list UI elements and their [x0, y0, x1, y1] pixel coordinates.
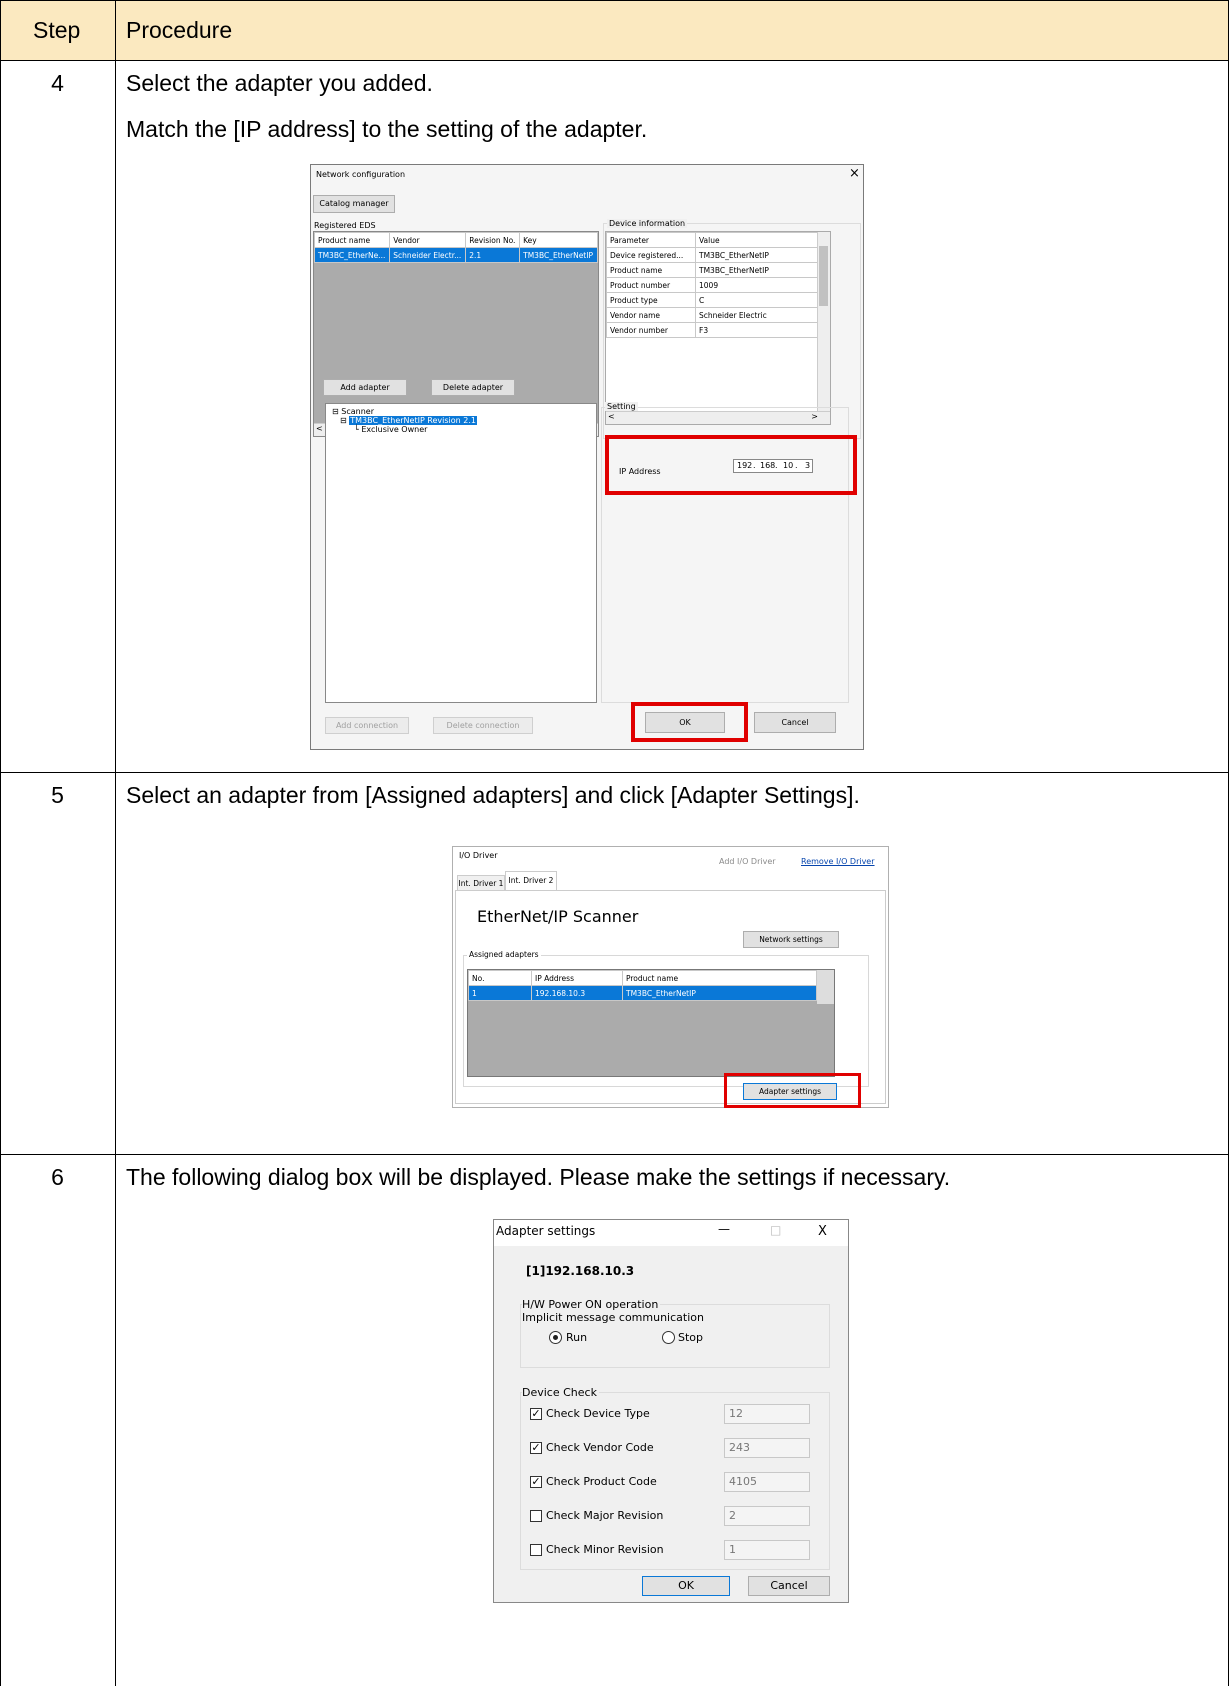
procedure-text: Select the adapter you added.: [126, 70, 433, 96]
dialog-title: Network configuration: [316, 170, 406, 179]
tree-node-adapter[interactable]: ⊟ TM3BC_EtherNetIP Revision 2.1: [340, 416, 478, 425]
delete-connection-button[interactable]: Delete connection: [433, 717, 533, 734]
io-driver-title: I/O Driver: [459, 851, 498, 860]
cancel-button[interactable]: Cancel: [754, 712, 836, 733]
check-value-field: 243: [724, 1438, 810, 1458]
registered-eds-label: Registered EDS: [314, 221, 376, 230]
page-title: EtherNet/IP Scanner: [477, 907, 639, 926]
check-value-field: 2: [724, 1506, 810, 1526]
adapter-tree[interactable]: ⊟ Scanner ⊟ TM3BC_EtherNetIP Revision 2.…: [325, 403, 597, 703]
stop-label: Stop: [678, 1331, 704, 1344]
tree-node-connection[interactable]: └ Exclusive Owner: [354, 425, 427, 434]
add-adapter-button[interactable]: Add adapter: [323, 379, 407, 396]
run-label: Run: [566, 1331, 588, 1344]
stop-radio[interactable]: [662, 1331, 675, 1344]
check-box-4[interactable]: [530, 1544, 542, 1556]
maximize-icon[interactable]: □: [770, 1223, 781, 1237]
device-check-label: Device Check: [522, 1386, 599, 1399]
eds-col-product[interactable]: Product name: [313, 232, 391, 248]
device-information-label: Device information: [607, 219, 688, 228]
adapter-settings-dialog: Adapter settings — □ X [1]192.168.10.3 H…: [493, 1219, 849, 1603]
check-label: Check Product Code: [546, 1475, 657, 1488]
tree-root-scanner[interactable]: ⊟ Scanner: [332, 407, 374, 416]
table-row[interactable]: 1 192.168.10.3 TM3BC_EtherNetIP: [468, 985, 817, 1001]
implicit-label: Implicit message communication: [522, 1311, 704, 1324]
check-value-field: 4105: [724, 1472, 810, 1492]
remove-io-driver-link[interactable]: Remove I/O Driver: [801, 857, 875, 866]
eds-col-key[interactable]: Key: [519, 232, 598, 248]
eds-row[interactable]: TM3BC_EtherNe... Schneider Electr... 2.1…: [313, 247, 598, 263]
run-radio[interactable]: [549, 1331, 562, 1344]
catalog-manager-button[interactable]: Catalog manager: [313, 195, 395, 213]
delete-adapter-button[interactable]: Delete adapter: [431, 379, 515, 396]
assigned-adapters-label: Assigned adapters: [467, 950, 541, 959]
procedure-text: Select an adapter from [Assigned adapter…: [126, 782, 860, 808]
ok-highlight-box: [631, 702, 748, 742]
setting-label: Setting: [605, 402, 638, 411]
check-box-3[interactable]: [530, 1510, 542, 1522]
vertical-scrollbar[interactable]: [817, 232, 830, 414]
cancel-button[interactable]: Cancel: [748, 1576, 830, 1596]
io-driver-panel: I/O Driver Add I/O Driver Remove I/O Dri…: [452, 846, 889, 1108]
check-label: Check Device Type: [546, 1407, 650, 1420]
adapter-list[interactable]: No. IP Address Product name 1 192.168.10…: [467, 969, 835, 1077]
check-label: Check Vendor Code: [546, 1441, 654, 1454]
ok-button[interactable]: OK: [642, 1576, 730, 1596]
dialog-title: Adapter settings: [496, 1224, 596, 1238]
check-box-1[interactable]: ✓: [530, 1442, 542, 1454]
add-io-driver-link[interactable]: Add I/O Driver: [719, 857, 776, 866]
device-info-table[interactable]: Parameter Value Device registered... TM3BC…: [605, 231, 831, 425]
check-value-field: 1: [724, 1540, 810, 1560]
eds-col-vendor[interactable]: Vendor: [389, 232, 467, 248]
tab-int-driver-1[interactable]: Int. Driver 1: [457, 875, 505, 891]
check-box-2[interactable]: ✓: [530, 1476, 542, 1488]
target-address: [1]192.168.10.3: [526, 1264, 635, 1278]
tab-int-driver-2[interactable]: Int. Driver 2: [505, 871, 557, 891]
check-label: Check Minor Revision: [546, 1543, 664, 1556]
step-number: 6: [51, 1164, 64, 1190]
check-label: Check Major Revision: [546, 1509, 664, 1522]
vertical-scrollbar[interactable]: [817, 970, 834, 1004]
eds-col-revision[interactable]: Revision No.: [465, 232, 521, 248]
close-icon[interactable]: ×: [849, 166, 860, 181]
check-box-0[interactable]: ✓: [530, 1408, 542, 1420]
header-procedure: Procedure: [126, 17, 233, 43]
header-step: Step: [33, 17, 81, 43]
network-settings-button[interactable]: Network settings: [743, 931, 839, 948]
step-number: 4: [51, 70, 64, 96]
ip-highlight-box: [605, 435, 857, 495]
check-value-field: 12: [724, 1404, 810, 1424]
procedure-text: The following dialog box will be display…: [126, 1164, 951, 1190]
minimize-icon[interactable]: —: [718, 1222, 730, 1236]
step-number: 5: [51, 782, 64, 808]
close-icon[interactable]: X: [818, 1224, 827, 1239]
hw-power-on-label: H/W Power ON operation: [522, 1298, 661, 1311]
add-connection-button[interactable]: Add connection: [325, 717, 409, 734]
adapter-settings-highlight-box: [724, 1073, 861, 1108]
scroll-left-icon[interactable]: <: [316, 424, 323, 433]
procedure-text: Match the [IP address] to the setting of…: [126, 116, 648, 142]
